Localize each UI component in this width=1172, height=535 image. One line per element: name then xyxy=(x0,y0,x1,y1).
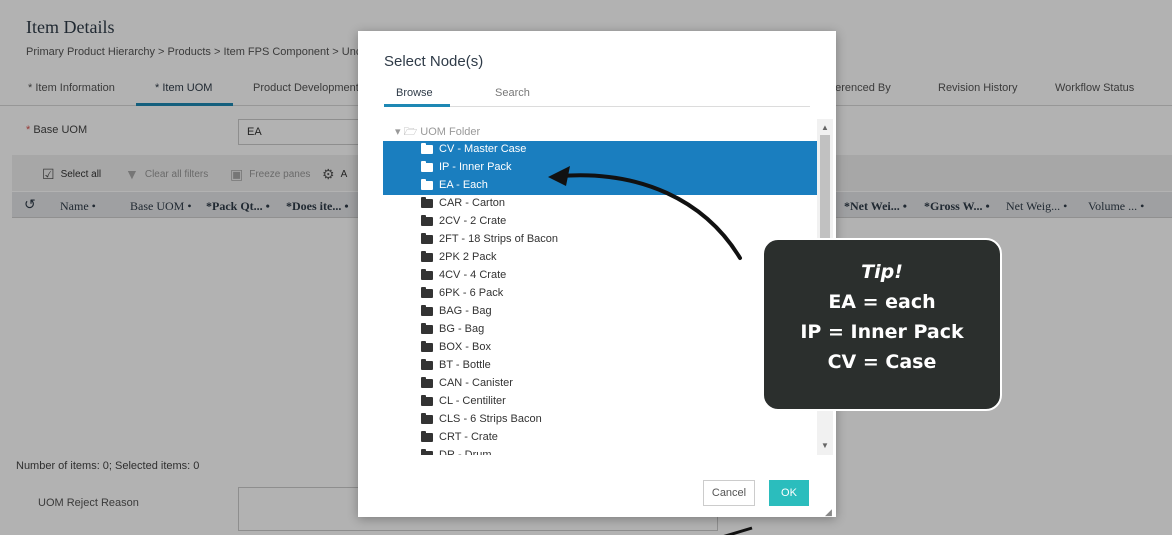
tree-node-content: CLS - 6 Strips Bacon xyxy=(421,412,542,425)
scroll-up-icon[interactable]: ▲ xyxy=(821,123,829,132)
resize-grip-icon[interactable]: ◢ xyxy=(825,507,832,518)
folder-icon xyxy=(421,430,433,442)
tree-node[interactable]: CV - Master Case xyxy=(383,141,817,159)
tree-node-label: CV - Master Case xyxy=(439,143,527,155)
tree-node[interactable]: CLS - 6 Strips Bacon xyxy=(383,411,817,429)
tree-node-content: CAN - Canister xyxy=(421,376,513,389)
tree-node[interactable]: CRT - Crate xyxy=(383,429,817,447)
tree-node[interactable]: BG - Bag xyxy=(383,321,817,339)
tree-node-content: BG - Bag xyxy=(421,322,485,335)
folder-icon xyxy=(421,286,433,298)
folder-icon xyxy=(421,412,433,424)
tree-node[interactable]: 4CV - 4 Crate xyxy=(383,267,817,285)
folder-open-icon: 🗁 xyxy=(403,126,418,138)
folder-icon xyxy=(421,340,433,352)
tree-node-label: BOX - Box xyxy=(439,341,491,353)
scroll-down-icon[interactable]: ▼ xyxy=(821,441,829,450)
folder-icon xyxy=(421,376,433,388)
tree-node[interactable]: 2CV - 2 Crate xyxy=(383,213,817,231)
tip-line-ea: EA = each xyxy=(828,291,936,313)
tree-node-label: IP - Inner Pack xyxy=(439,161,512,173)
dialog-tabs: Browse Search xyxy=(384,83,810,107)
root-folder-label: UOM Folder xyxy=(420,126,481,138)
folder-icon xyxy=(421,214,433,226)
tree-node-content: IP - Inner Pack xyxy=(421,160,512,173)
folder-icon xyxy=(421,304,433,316)
folder-icon xyxy=(421,250,433,262)
tree-node-label: BT - Bottle xyxy=(439,359,491,371)
tree-node-content: 4CV - 4 Crate xyxy=(421,268,507,281)
tree-node-content: CV - Master Case xyxy=(421,142,527,155)
tree-node-content: BAG - Bag xyxy=(421,304,492,317)
tree-node-content: 2CV - 2 Crate xyxy=(421,214,507,227)
tree-node-content: 6PK - 6 Pack xyxy=(421,286,504,299)
tree-node-content: 2PK 2 Pack xyxy=(421,250,497,263)
ok-button[interactable]: OK xyxy=(769,480,809,506)
tree-node[interactable]: DR - Drum xyxy=(383,447,817,455)
tree-node[interactable]: 2PK 2 Pack xyxy=(383,249,817,267)
folder-icon xyxy=(421,196,433,208)
tip-title: Tip! xyxy=(861,261,903,283)
tree-node-content: DR - Drum xyxy=(421,448,492,455)
cancel-button[interactable]: Cancel xyxy=(703,480,755,506)
tree-node[interactable]: EA - Each xyxy=(383,177,817,195)
tree-node-label: DR - Drum xyxy=(439,449,492,455)
tree-node-label: CLS - 6 Strips Bacon xyxy=(439,413,542,425)
tree-node[interactable]: CL - Centiliter xyxy=(383,393,817,411)
tip-line-ip: IP = Inner Pack xyxy=(800,321,964,343)
tree-node[interactable]: CAR - Carton xyxy=(383,195,817,213)
tree-node-label: CRT - Crate xyxy=(439,431,498,443)
tab-search[interactable]: Search xyxy=(495,87,530,99)
tree-node[interactable]: CAN - Canister xyxy=(383,375,817,393)
tree-node[interactable]: 2FT - 18 Strips of Bacon xyxy=(383,231,817,249)
tree-node-content: 2FT - 18 Strips of Bacon xyxy=(421,232,559,245)
tree-node-label: EA - Each xyxy=(439,179,488,191)
expand-arrow-icon[interactable]: ▾ xyxy=(395,126,401,138)
tree-node[interactable]: BOX - Box xyxy=(383,339,817,357)
tree-node-label: 2FT - 18 Strips of Bacon xyxy=(439,233,559,245)
folder-icon xyxy=(421,160,433,172)
tip-callout: Tip! EA = each IP = Inner Pack CV = Case xyxy=(762,238,1002,411)
tree-node[interactable]: BT - Bottle xyxy=(383,357,817,375)
tree-node-content: CRT - Crate xyxy=(421,430,498,443)
tree-node-label: CL - Centiliter xyxy=(439,395,506,407)
dialog-title: Select Node(s) xyxy=(384,53,484,70)
folder-icon xyxy=(421,448,433,455)
tree-node-content: CAR - Carton xyxy=(421,196,506,209)
folder-icon xyxy=(421,142,433,154)
tree-node[interactable]: BAG - Bag xyxy=(383,303,817,321)
tree-node-label: CAR - Carton xyxy=(439,197,506,209)
tree-node-content: EA - Each xyxy=(421,178,488,191)
tree-node-content: BT - Bottle xyxy=(421,358,491,371)
tab-browse[interactable]: Browse xyxy=(396,87,433,99)
tree-node-label: 2PK 2 Pack xyxy=(439,251,497,263)
tree-node-label: 4CV - 4 Crate xyxy=(439,269,507,281)
folder-icon xyxy=(421,394,433,406)
folder-icon xyxy=(421,358,433,370)
folder-icon xyxy=(421,232,433,244)
folder-icon xyxy=(421,178,433,190)
tree-node-label: CAN - Canister xyxy=(439,377,513,389)
tree-root-folder[interactable]: ▾ 🗁 UOM Folder xyxy=(395,123,480,142)
tree-node[interactable]: 6PK - 6 Pack xyxy=(383,285,817,303)
tree-node-label: BG - Bag xyxy=(439,323,485,335)
tree-node-label: BAG - Bag xyxy=(439,305,492,317)
tree-node-label: 2CV - 2 Crate xyxy=(439,215,507,227)
tree-node-label: 6PK - 6 Pack xyxy=(439,287,504,299)
active-tab-indicator xyxy=(384,104,450,107)
tip-line-cv: CV = Case xyxy=(827,351,937,373)
folder-icon xyxy=(421,268,433,280)
tree-node-content: BOX - Box xyxy=(421,340,491,353)
folder-icon xyxy=(421,322,433,334)
tree-node[interactable]: IP - Inner Pack xyxy=(383,159,817,177)
tree-node-content: CL - Centiliter xyxy=(421,394,506,407)
